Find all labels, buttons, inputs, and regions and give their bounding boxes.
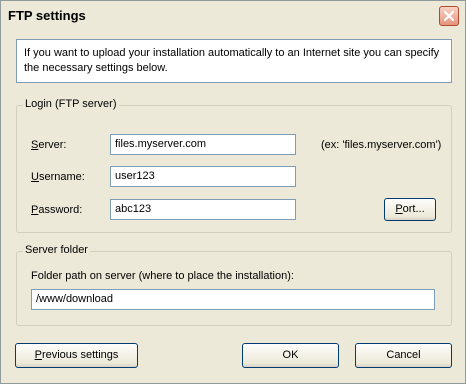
- username-label: Username:: [31, 171, 85, 183]
- port-button[interactable]: Port...: [384, 198, 436, 221]
- login-group-title: Login (FTP server): [23, 98, 119, 110]
- folder-path-label: Folder path on server (where to place th…: [31, 270, 294, 282]
- title-bar[interactable]: FTP settings: [1, 1, 465, 33]
- server-example-hint: (ex: 'files.myserver.com'): [321, 139, 442, 151]
- ftp-settings-dialog: FTP settings If you want to upload your …: [0, 0, 466, 384]
- folder-path-input[interactable]: /www/download: [31, 289, 435, 310]
- close-icon: [443, 10, 455, 22]
- server-folder-group-title: Server folder: [23, 244, 90, 256]
- password-input[interactable]: abc123: [110, 199, 296, 220]
- info-text: If you want to upload your installation …: [24, 47, 440, 74]
- username-input[interactable]: user123: [110, 166, 296, 187]
- ok-button[interactable]: OK: [242, 343, 339, 368]
- close-button[interactable]: [439, 6, 459, 26]
- password-label: Password:: [31, 204, 83, 216]
- server-label: Server:: [31, 139, 67, 151]
- previous-settings-button[interactable]: Previous settings: [15, 343, 138, 368]
- cancel-button[interactable]: Cancel: [355, 343, 452, 368]
- server-input[interactable]: files.myserver.com: [110, 134, 296, 155]
- info-panel: If you want to upload your installation …: [16, 39, 452, 83]
- window-title: FTP settings: [8, 8, 86, 23]
